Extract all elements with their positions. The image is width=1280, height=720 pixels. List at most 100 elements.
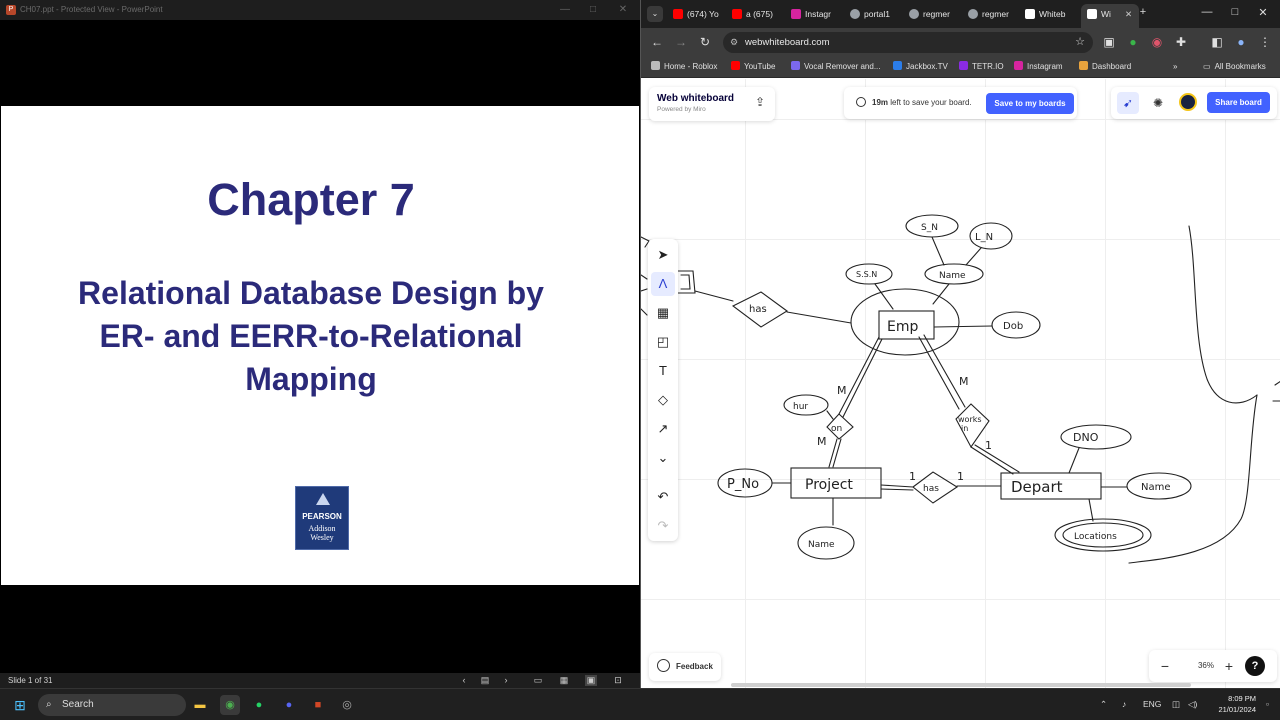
maximize-icon[interactable]: □ [578, 0, 608, 20]
minimize-icon[interactable]: — [1197, 6, 1217, 18]
close-icon[interactable]: ✕ [608, 0, 638, 20]
shapes-tool-icon[interactable]: ◇ [651, 388, 675, 412]
tab[interactable]: portal1 [850, 4, 904, 24]
undo-icon[interactable]: ↶ [651, 485, 675, 509]
pen-tool-icon[interactable]: Λ [651, 272, 675, 296]
cursor-mode-icon[interactable]: ➹ [1117, 92, 1139, 114]
taskbar-search[interactable]: ⌕ Search [38, 694, 186, 716]
minimize-icon[interactable]: — [550, 0, 580, 20]
slide-subtitle-line: Mapping [245, 361, 377, 397]
clock[interactable]: 8:09 PM 21/01/2024 [1206, 693, 1256, 715]
tab-active[interactable]: Wi ✕ [1081, 4, 1139, 28]
volume-icon[interactable]: ◁) [1188, 699, 1197, 710]
powerpoint-window-title: CH07.ppt - Protected View - PowerPoint [20, 5, 163, 14]
powered-by: Powered by Miro [657, 106, 706, 113]
menu-icon[interactable]: ⋮ [1257, 34, 1273, 50]
horizontal-scrollbar[interactable] [731, 683, 1191, 687]
close-tab-icon[interactable]: ✕ [1125, 4, 1132, 24]
globe-icon [968, 8, 978, 19]
powerpoint-icon: P [6, 5, 16, 15]
address-bar[interactable]: ⚙ webwhiteboard.com ☆ [723, 32, 1093, 53]
bookmark[interactable]: Instagram [1014, 60, 1063, 74]
bookmark[interactable]: TETR.IO [959, 60, 1004, 74]
select-tool-icon[interactable]: ➤ [651, 243, 675, 267]
tab[interactable]: a (675) [732, 4, 786, 24]
windows-start-icon[interactable]: ⊞ [10, 695, 30, 715]
timer-minutes: 19m [872, 98, 889, 107]
reactions-icon[interactable]: ✺ [1147, 92, 1169, 114]
reload-icon[interactable]: ↻ [697, 34, 713, 50]
new-tab-button[interactable]: + [1133, 6, 1153, 18]
er-diagram[interactable]: S_N L_N S.S.N Name Emp Dob has hur on wo… [641, 79, 1280, 688]
tab[interactable]: regmer [909, 4, 963, 24]
table-tool-icon[interactable]: ▦ [651, 301, 675, 325]
more-bookmarks-icon[interactable]: » [1173, 60, 1177, 74]
save-to-my-boards-button[interactable]: Save to my boards [986, 93, 1074, 114]
sticky-note-icon[interactable]: ◰ [651, 330, 675, 354]
bookmark-label: Instagram [1027, 62, 1063, 71]
app-icon[interactable]: ◎ [337, 695, 357, 715]
language-indicator[interactable]: ENG [1143, 699, 1161, 709]
back-icon[interactable]: ← [649, 34, 665, 50]
tab[interactable]: (674) Yo [673, 4, 727, 24]
site-info-icon[interactable]: ⚙ [730, 32, 738, 53]
extension-icon[interactable]: ▣ [1101, 34, 1117, 50]
edge [1088, 498, 1094, 522]
microphone-icon[interactable]: ♪ [1122, 699, 1126, 709]
help-button[interactable]: ? [1245, 656, 1265, 676]
star-icon[interactable]: ☆ [1075, 32, 1085, 53]
extensions-puzzle-icon[interactable]: ✚ [1173, 34, 1189, 50]
taskbar: ⊞ ⌕ Search ▬ ◉ ● ● ■ ◎ ⌃ ♪ ENG ◫ ◁) 8:09 … [0, 688, 1280, 720]
all-bookmarks[interactable]: ▭ All Bookmarks [1203, 60, 1266, 74]
freehand-marks [1272, 381, 1280, 402]
prev-slide-icon[interactable]: ‹ [458, 675, 470, 686]
pearson-logo: PEARSON Addison Wesley [295, 486, 349, 550]
avatar[interactable] [1179, 93, 1197, 111]
slide-sorter-icon[interactable]: ▦ [558, 675, 570, 686]
tab[interactable]: Whiteb [1025, 4, 1077, 24]
next-slide-icon[interactable]: › [500, 675, 512, 686]
redo-icon[interactable]: ↷ [651, 514, 675, 538]
label-dno: DNO [1073, 431, 1099, 444]
maximize-icon[interactable]: □ [1225, 6, 1245, 18]
bookmark[interactable]: Dashboard [1079, 60, 1131, 74]
more-tools-icon[interactable]: ⌄ [651, 446, 675, 470]
feedback-button[interactable]: Feedback [649, 653, 721, 681]
sidepanel-icon[interactable]: ◧ [1209, 34, 1225, 50]
whatsapp-icon[interactable]: ● [249, 695, 269, 715]
label-works: works [958, 415, 982, 424]
extension-badge-icon[interactable]: ◉ [1149, 34, 1165, 50]
discord-icon[interactable]: ● [279, 695, 299, 715]
arrow-tool-icon[interactable]: ↗ [651, 417, 675, 441]
powerpoint-window: P CH07.ppt - Protected View - PowerPoint… [0, 0, 640, 688]
bookmark[interactable]: Home - Roblox [651, 60, 717, 74]
forward-icon[interactable]: → [673, 34, 689, 50]
file-explorer-icon[interactable]: ▬ [190, 695, 210, 715]
upload-icon[interactable]: ⇪ [755, 95, 765, 109]
tray-chevron-icon[interactable]: ⌃ [1100, 699, 1107, 710]
bookmark[interactable]: Jackbox.TV [893, 60, 948, 74]
whiteboard-canvas[interactable]: S_N L_N S.S.N Name Emp Dob has hur on wo… [641, 79, 1280, 688]
slide-menu-icon[interactable]: ▤ [479, 675, 491, 686]
share-board-button[interactable]: Share board [1207, 92, 1270, 113]
network-icon[interactable]: ◫ [1172, 699, 1180, 710]
grammarly-icon[interactable]: ● [1125, 34, 1141, 50]
powerpoint-taskbar-icon[interactable]: ■ [308, 695, 328, 715]
label-on: on [831, 424, 842, 434]
slideshow-icon[interactable]: ⊡ [612, 675, 624, 686]
bookmark[interactable]: YouTube [731, 60, 775, 74]
text-tool-icon[interactable]: T [651, 359, 675, 383]
label-locations: Locations [1074, 532, 1117, 542]
zoom-in-icon[interactable]: + [1219, 656, 1239, 676]
reading-view-icon[interactable]: ▣ [585, 675, 597, 686]
tab[interactable]: regmer [968, 4, 1022, 24]
tab-search-button[interactable]: ⌄ [647, 6, 663, 22]
close-icon[interactable]: ✕ [1253, 6, 1273, 19]
normal-view-icon[interactable]: ▭ [532, 675, 544, 686]
tab[interactable]: Instagr [791, 4, 845, 24]
chrome-icon[interactable]: ◉ [220, 695, 240, 715]
zoom-out-icon[interactable]: − [1155, 656, 1175, 676]
notifications-icon[interactable]: ▫ [1266, 699, 1269, 709]
bookmark[interactable]: Vocal Remover and... [791, 60, 880, 74]
profile-avatar[interactable]: ● [1233, 34, 1249, 50]
